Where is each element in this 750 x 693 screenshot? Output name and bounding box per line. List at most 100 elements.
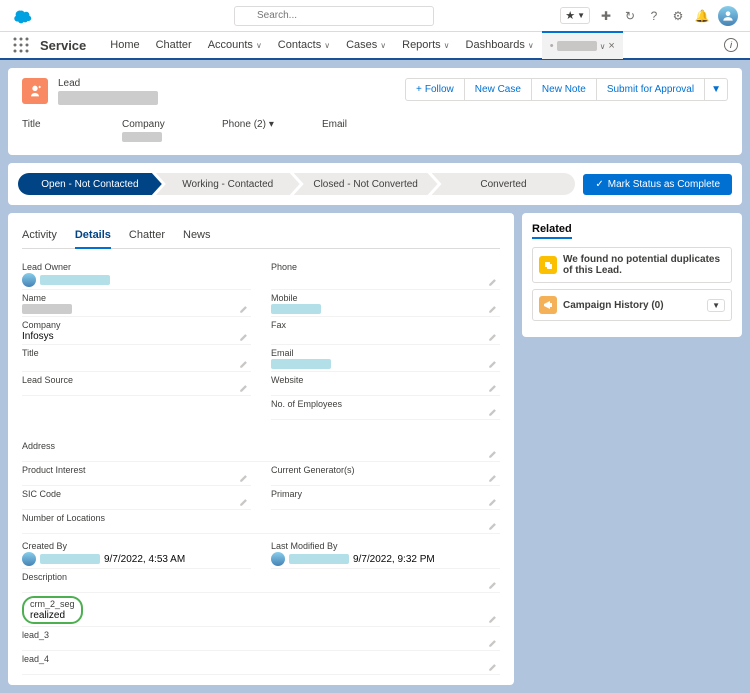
edit-pencil-icon[interactable] xyxy=(488,473,498,483)
tab-chatter[interactable]: Chatter xyxy=(129,223,165,248)
history-icon[interactable]: ↻ xyxy=(622,8,638,24)
path-step-open[interactable]: Open - Not Contacted xyxy=(18,173,162,195)
edit-pencil-icon[interactable] xyxy=(488,580,498,590)
help-icon[interactable]: ? xyxy=(646,8,662,24)
field-blank xyxy=(22,396,251,420)
nav-bar: Service Home Chatter Accounts∨ Contacts∨… xyxy=(0,32,750,60)
nav-active-record-tab[interactable]: • ∨ × xyxy=(542,31,623,59)
edit-pencil-icon[interactable] xyxy=(488,662,498,672)
global-add-icon[interactable]: ✚ xyxy=(598,8,614,24)
nav-home[interactable]: Home xyxy=(102,31,147,59)
tab-news[interactable]: News xyxy=(183,223,211,248)
avatar-icon xyxy=(271,552,285,566)
hl-phone-label[interactable]: Phone (2)▾ xyxy=(222,119,282,130)
hl-title-label: Title xyxy=(22,119,82,130)
record-header: Lead +Follow New Case New Note Submit fo… xyxy=(8,68,742,155)
chevron-down-icon: ▾ xyxy=(269,119,274,130)
related-title: Related xyxy=(532,223,572,239)
expand-chevron-icon[interactable]: ▼ xyxy=(707,299,725,312)
hl-email-label: Email xyxy=(322,119,382,130)
avatar-icon xyxy=(22,552,36,566)
field-company: Company Infosys xyxy=(22,317,251,345)
field-description: Description xyxy=(22,569,500,593)
user-avatar[interactable] xyxy=(718,6,738,26)
star-icon: ★ xyxy=(565,9,575,22)
nav-accounts[interactable]: Accounts∨ xyxy=(200,31,270,59)
field-address: Address xyxy=(22,438,500,462)
path-step-working[interactable]: Working - Contacted xyxy=(156,173,300,195)
field-created-by: Created By 9/7/2022, 4:53 AM xyxy=(22,538,251,569)
field-email: Email xyxy=(271,345,500,372)
mobile-redacted xyxy=(271,304,321,314)
edit-pencil-icon[interactable] xyxy=(239,383,249,393)
lead-icon xyxy=(22,78,48,104)
field-lead-owner: Lead Owner xyxy=(22,259,251,290)
edit-pencil-icon[interactable] xyxy=(488,277,498,287)
edit-pencil-icon[interactable] xyxy=(488,383,498,393)
global-search-input[interactable] xyxy=(234,6,434,26)
edit-pencil-icon[interactable] xyxy=(239,332,249,342)
edit-pencil-icon[interactable] xyxy=(488,497,498,507)
detail-panel: Activity Details Chatter News Lead Owner… xyxy=(8,213,514,685)
campaign-icon xyxy=(539,296,557,314)
mark-status-complete-button[interactable]: ✓Mark Status as Complete xyxy=(583,174,732,195)
detail-tabs: Activity Details Chatter News xyxy=(22,223,500,249)
path-step-converted[interactable]: Converted xyxy=(432,173,576,195)
field-current-gen: Current Generator(s) xyxy=(271,462,500,486)
field-lead-source: Lead Source xyxy=(22,372,251,396)
new-case-button[interactable]: New Case xyxy=(465,78,532,101)
field-lead4: lead_4 xyxy=(22,651,500,675)
tab-close-icon[interactable]: × xyxy=(608,40,614,52)
follow-button[interactable]: +Follow xyxy=(405,78,465,101)
edit-pencil-icon[interactable] xyxy=(488,304,498,314)
nav-reports[interactable]: Reports∨ xyxy=(394,31,457,59)
field-employees: No. of Employees xyxy=(271,396,500,420)
nav-dashboards[interactable]: Dashboards∨ xyxy=(458,31,542,59)
edit-pencil-icon[interactable] xyxy=(239,497,249,507)
setup-gear-icon[interactable]: ⚙ xyxy=(670,8,686,24)
edit-pencil-icon[interactable] xyxy=(488,638,498,648)
field-modified-by: Last Modified By 9/7/2022, 9:32 PM xyxy=(271,538,500,569)
header-actions: ★▼ ✚ ↻ ? ⚙ 🔔 xyxy=(560,6,738,26)
createdby-redacted xyxy=(40,554,100,564)
edit-pencil-icon[interactable] xyxy=(488,521,498,531)
app-name: Service xyxy=(40,38,86,53)
related-panel: Related We found no potential duplicates… xyxy=(522,213,742,685)
email-redacted xyxy=(271,359,331,369)
path-step-closed[interactable]: Closed - Not Converted xyxy=(294,173,438,195)
related-campaign-history[interactable]: Campaign History (0) ▼ xyxy=(532,289,732,321)
field-name: Name xyxy=(22,290,251,317)
field-website: Website xyxy=(271,372,500,396)
new-note-button[interactable]: New Note xyxy=(532,78,597,101)
field-crm2seg: crm_2_seg realized xyxy=(22,593,500,627)
nav-chatter[interactable]: Chatter xyxy=(148,31,200,59)
edit-pencil-icon[interactable] xyxy=(488,359,498,369)
field-sic: SIC Code xyxy=(22,486,251,510)
edit-pencil-icon[interactable] xyxy=(488,332,498,342)
field-locations: Number of Locations xyxy=(22,510,500,534)
salesforce-logo xyxy=(12,8,34,24)
info-icon[interactable]: i xyxy=(724,38,738,52)
modifiedby-redacted xyxy=(289,554,349,564)
more-actions-button[interactable]: ▼ xyxy=(705,78,728,101)
name-redacted xyxy=(22,304,72,314)
edit-pencil-icon[interactable] xyxy=(488,614,498,624)
app-launcher-icon[interactable] xyxy=(12,36,30,54)
nav-contacts[interactable]: Contacts∨ xyxy=(270,31,338,59)
favorites-button[interactable]: ★▼ xyxy=(560,7,590,24)
circled-highlight: crm_2_seg realized xyxy=(22,596,83,624)
edit-pencil-icon[interactable] xyxy=(488,449,498,459)
edit-pencil-icon[interactable] xyxy=(239,359,249,369)
notifications-bell-icon[interactable]: 🔔 xyxy=(694,8,710,24)
edit-pencil-icon[interactable] xyxy=(239,473,249,483)
field-lead3: lead_3 xyxy=(22,627,500,651)
tab-details[interactable]: Details xyxy=(75,223,111,249)
edit-pencil-icon[interactable] xyxy=(239,304,249,314)
nav-cases[interactable]: Cases∨ xyxy=(338,31,394,59)
tab-activity[interactable]: Activity xyxy=(22,223,57,248)
submit-approval-button[interactable]: Submit for Approval xyxy=(597,78,705,101)
edit-pencil-icon[interactable] xyxy=(488,407,498,417)
related-duplicates[interactable]: We found no potential duplicates of this… xyxy=(532,247,732,283)
hl-company-label: Company xyxy=(122,119,182,130)
field-title: Title xyxy=(22,345,251,372)
